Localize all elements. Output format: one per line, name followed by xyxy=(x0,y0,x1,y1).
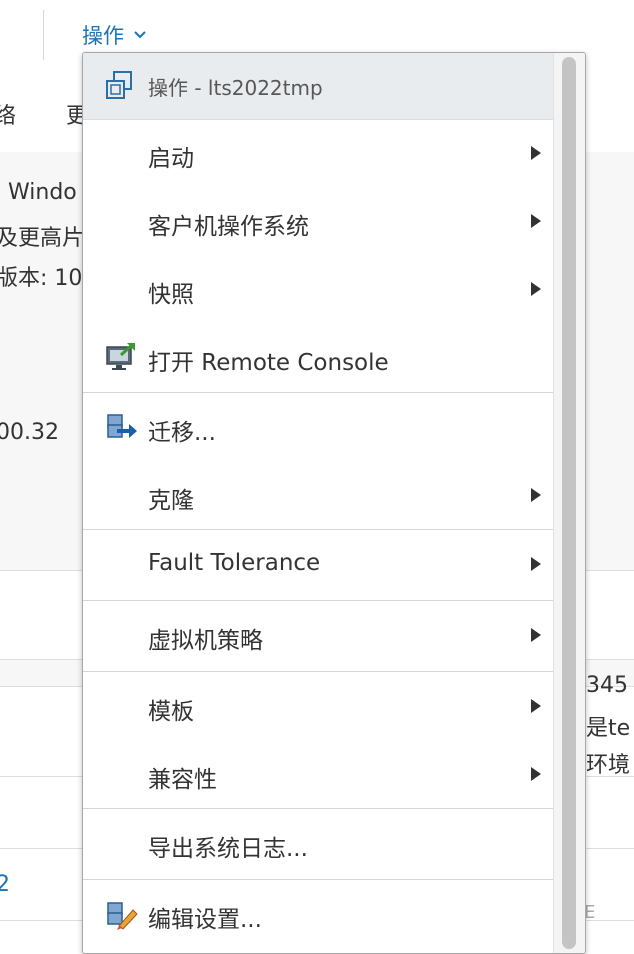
submenu-arrow-icon xyxy=(531,767,541,781)
menu-item-snapshots[interactable]: 快照 xyxy=(83,255,553,323)
chevron-down-icon xyxy=(134,31,146,39)
menu-item-label: 克隆 xyxy=(148,488,194,514)
vm-actions-icon xyxy=(106,71,132,99)
submenu-arrow-icon xyxy=(531,699,541,713)
menu-item-label: 兼容性 xyxy=(148,767,217,793)
submenu-arrow-icon xyxy=(531,282,541,296)
menu-item-label: 模板 xyxy=(148,699,194,725)
menu-item-label: 虚拟机策略 xyxy=(148,628,263,654)
menu-item-power[interactable]: 启动 xyxy=(83,119,553,187)
menu-item-compatibility[interactable]: 兼容性 xyxy=(83,740,553,808)
menu-item-clone[interactable]: 克隆 xyxy=(83,461,553,529)
menu-item-remote-console[interactable]: 打开 Remote Console xyxy=(83,323,553,392)
ip-text: 00.32 xyxy=(0,420,59,445)
menu-item-edit-settings[interactable]: 编辑设置... xyxy=(83,880,553,948)
actions-menu: 操作 - lts2022tmp 启动 客户机操作系统 快照 打开 Remote xyxy=(82,52,586,954)
menu-item-export-logs[interactable]: 导出系统日志... xyxy=(83,809,553,879)
edit-settings-icon xyxy=(107,902,138,930)
menu-item-template[interactable]: 模板 xyxy=(83,672,553,740)
menu-scrollbar-thumb[interactable] xyxy=(562,57,576,949)
actions-label: 操作 xyxy=(82,24,124,48)
menu-item-migrate[interactable]: 迁移... xyxy=(83,393,553,461)
submenu-arrow-icon xyxy=(531,488,541,502)
remote-console-icon xyxy=(106,342,135,370)
menu-list: 启动 客户机操作系统 快照 打开 Remote Console 迁移... 克隆… xyxy=(83,119,553,948)
submenu-arrow-icon xyxy=(531,628,541,642)
menu-item-vm-policies[interactable]: 虚拟机策略 xyxy=(83,601,553,671)
notes-text-2: 是te xyxy=(586,716,631,741)
menu-item-label: 客户机操作系统 xyxy=(148,214,309,240)
menu-item-label: 打开 Remote Console xyxy=(148,350,389,376)
menu-item-fault-tolerance[interactable]: Fault Tolerance xyxy=(83,530,553,600)
menu-item-guest-os[interactable]: 客户机操作系统 xyxy=(83,187,553,255)
notes-text-3: 环境 xyxy=(586,753,631,778)
menu-scrollbar[interactable] xyxy=(553,53,585,953)
submenu-arrow-icon xyxy=(531,214,541,228)
notes-text-1: 345 xyxy=(586,673,628,698)
migrate-icon xyxy=(107,414,137,438)
submenu-arrow-icon xyxy=(531,146,541,160)
version-text: 版本: 10 xyxy=(0,266,83,291)
menu-item-label: 快照 xyxy=(148,282,194,308)
submenu-arrow-icon xyxy=(531,557,541,571)
menu-item-label: 迁移... xyxy=(148,420,216,446)
guest-os-text: Windo xyxy=(8,180,77,205)
compat-text: 及更高片 xyxy=(0,226,85,251)
menu-item-label: Fault Tolerance xyxy=(148,550,321,576)
menu-title: 操作 - lts2022tmp xyxy=(148,76,323,100)
menu-header: 操作 - lts2022tmp xyxy=(83,53,553,120)
menu-item-label: 编辑设置... xyxy=(148,907,262,933)
toolbar-separator xyxy=(43,10,44,60)
menu-item-label: 启动 xyxy=(148,146,194,172)
menu-item-label: 导出系统日志... xyxy=(148,836,308,862)
tab-network[interactable]: 络 xyxy=(0,98,16,130)
related-link[interactable]: 2 xyxy=(0,872,10,897)
actions-dropdown-button[interactable]: 操作 xyxy=(82,20,148,50)
